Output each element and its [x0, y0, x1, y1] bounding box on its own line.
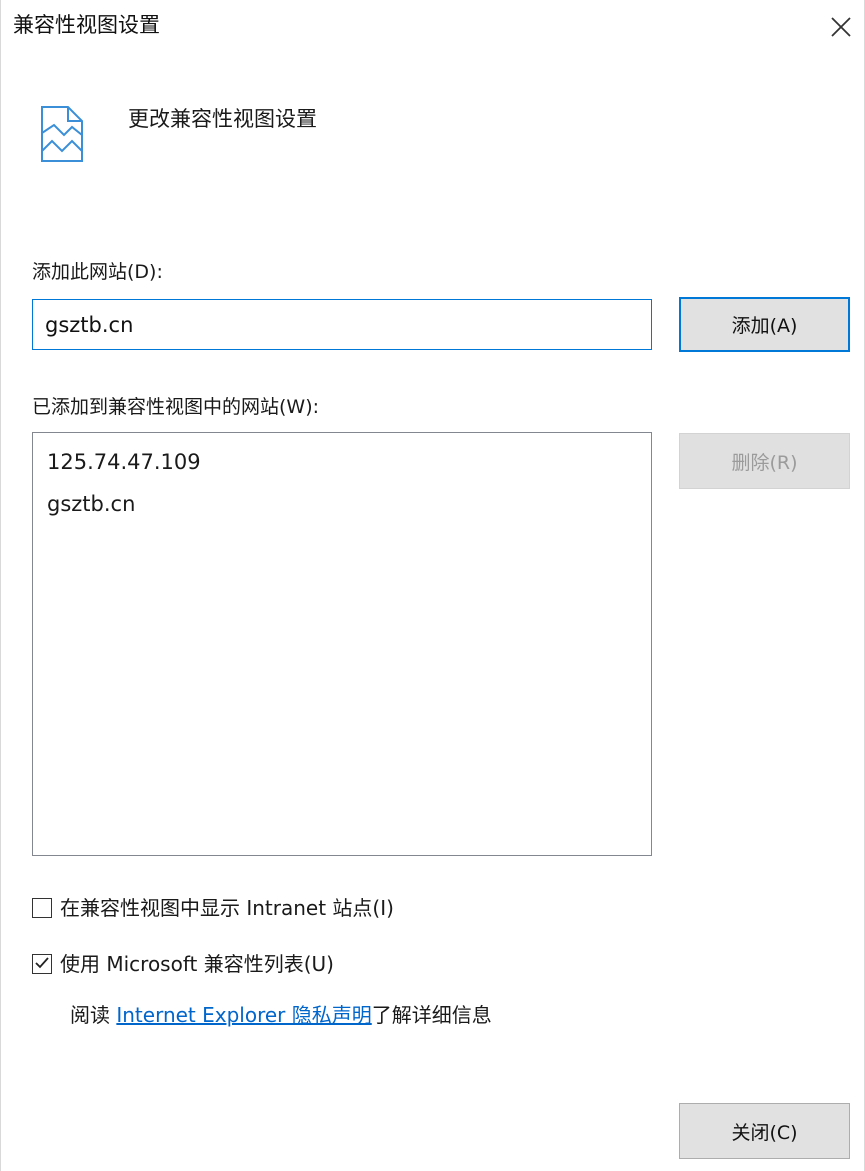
privacy-notice: 阅读 Internet Explorer 隐私声明了解详细信息	[70, 1000, 492, 1030]
header-title: 更改兼容性视图设置	[128, 107, 317, 131]
close-button[interactable]: 关闭(C)	[679, 1103, 850, 1159]
compat-view-dialog: 兼容性视图设置 更改兼容性视图设置 添加此网站(D): 添加(A) 已添加到兼容…	[0, 0, 865, 1171]
intranet-label: 在兼容性视图中显示 Intranet 站点(I)	[60, 896, 394, 920]
close-icon[interactable]	[824, 10, 858, 44]
add-button[interactable]: 添加(A)	[679, 297, 850, 352]
intranet-option[interactable]: 在兼容性视图中显示 Intranet 站点(I)	[32, 893, 394, 923]
privacy-link[interactable]: Internet Explorer 隐私声明	[116, 1003, 371, 1027]
privacy-prefix: 阅读	[70, 1003, 117, 1027]
list-item[interactable]: 125.74.47.109	[33, 441, 651, 483]
ms-list-option[interactable]: 使用 Microsoft 兼容性列表(U)	[32, 949, 334, 979]
title-bar: 兼容性视图设置	[1, 0, 865, 60]
ms-list-label: 使用 Microsoft 兼容性列表(U)	[60, 952, 334, 976]
add-site-input[interactable]	[32, 299, 652, 350]
remove-button[interactable]: 删除(R)	[679, 433, 850, 489]
site-list[interactable]: 125.74.47.109 gsztb.cn	[32, 432, 652, 856]
window-title: 兼容性视图设置	[13, 13, 160, 37]
privacy-suffix: 了解详细信息	[371, 1003, 492, 1027]
site-list-label: 已添加到兼容性视图中的网站(W):	[32, 396, 320, 418]
list-item[interactable]: gsztb.cn	[33, 483, 651, 525]
ms-list-checkbox[interactable]	[32, 954, 52, 974]
compat-view-page-icon	[38, 103, 88, 165]
checkmark-icon	[35, 957, 49, 969]
add-site-label: 添加此网站(D):	[32, 261, 163, 283]
intranet-checkbox[interactable]	[32, 898, 52, 918]
